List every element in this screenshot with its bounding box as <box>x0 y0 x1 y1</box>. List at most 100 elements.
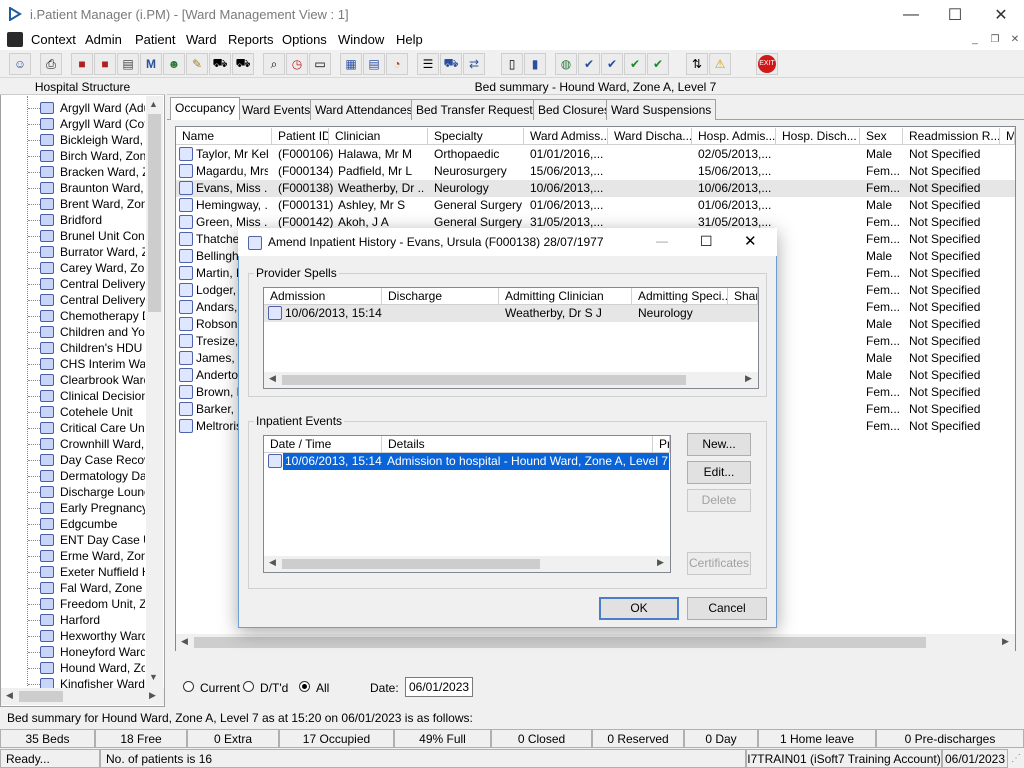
bed-icon[interactable]: ⛟ <box>440 53 462 75</box>
maximize-button[interactable]: ☐ <box>932 0 978 30</box>
ward-item[interactable]: Cotehele Unit <box>40 404 145 420</box>
tab-bed-closures[interactable]: Bed Closures <box>533 99 616 120</box>
mdi-minimize-button[interactable]: _ <box>968 34 982 46</box>
ward-item[interactable]: Crownhill Ward, Z <box>40 436 145 452</box>
ward-item[interactable]: Argyll Ward (Cots <box>40 116 145 132</box>
green-check2-icon[interactable]: ✔ <box>647 53 669 75</box>
ward-item[interactable]: Critical Care Unit <box>40 420 145 436</box>
edit-event-button[interactable]: Edit... <box>687 461 751 484</box>
ward-item[interactable]: Hound Ward, Zo <box>40 660 145 676</box>
spells-hscrollbar[interactable]: ◀ ▶ <box>264 372 758 388</box>
menu-context[interactable]: Context <box>31 32 76 47</box>
spell-col-specialty[interactable]: Admitting Speci... <box>632 288 728 305</box>
scroll-down-icon[interactable]: ▼ <box>149 672 158 682</box>
ward-list-scroll-thumb[interactable] <box>148 114 161 312</box>
ward-item[interactable]: Honeyford Ward, <box>40 644 145 660</box>
ward-item[interactable]: CHS Interim Ward <box>40 356 145 372</box>
col-name[interactable]: Name <box>176 128 272 145</box>
ward-item[interactable]: Clinical Decision <box>40 388 145 404</box>
ok-button[interactable]: OK <box>599 597 679 620</box>
col-clinician[interactable]: Clinician <box>329 128 428 145</box>
ward-item[interactable]: Dermatology Day <box>40 468 145 484</box>
scroll-up-icon[interactable]: ▲ <box>149 99 158 109</box>
ward-item[interactable]: ENT Day Case U <box>40 532 145 548</box>
ward-item[interactable]: Central Delivery S <box>40 276 145 292</box>
chart-icon[interactable]: ▦ <box>340 53 362 75</box>
ward-item[interactable]: Birch Ward, Zone <box>40 148 145 164</box>
ward-item[interactable]: Freedom Unit, Zo <box>40 596 145 612</box>
ward-list-vscrollbar[interactable]: ▲ ▼ <box>146 96 163 688</box>
ward-item[interactable]: Braunton Ward, Z <box>40 180 145 196</box>
date-input[interactable]: 06/01/2023 <box>405 677 473 697</box>
folder-icon[interactable]: ▤ <box>117 53 139 75</box>
patient-icon[interactable]: ☺ <box>9 53 31 75</box>
clock-icon[interactable]: ◷ <box>286 53 308 75</box>
event-col-pr[interactable]: Pr <box>653 436 670 453</box>
grid-hscrollbar[interactable]: ◀ ▶ <box>176 634 1015 651</box>
spells-hscroll-thumb[interactable] <box>282 375 686 385</box>
radio-dtd[interactable] <box>243 681 254 692</box>
event-col-details[interactable]: Details <box>382 436 653 453</box>
cancel-button[interactable]: Cancel <box>687 597 767 620</box>
menu-admin[interactable]: Admin <box>85 32 122 47</box>
spell-col-admission[interactable]: Admission <box>264 288 382 305</box>
ward-item[interactable]: Brent Ward, Zone <box>40 196 145 212</box>
radio-current[interactable] <box>183 681 194 692</box>
ward-item[interactable]: Carey Ward, Zon <box>40 260 145 276</box>
green-check-icon[interactable]: ✔ <box>624 53 646 75</box>
col-hosp-discharge[interactable]: Hosp. Disch... <box>776 128 860 145</box>
check-icon[interactable]: ✔ <box>578 53 600 75</box>
resize-grip-icon[interactable]: ⋰ <box>1008 749 1024 768</box>
events-hscroll-thumb[interactable] <box>282 559 540 569</box>
ward-item[interactable]: Clearbrook Ward <box>40 372 145 388</box>
col-hosp-admission[interactable]: Hosp. Admis... <box>692 128 776 145</box>
menu-window[interactable]: Window <box>338 32 384 47</box>
warning-icon[interactable]: ⚠ <box>709 53 731 75</box>
event-col-datetime[interactable]: Date / Time <box>264 436 382 453</box>
col-patient-id[interactable]: Patient ID <box>272 128 329 145</box>
ward-list-hscroll-thumb[interactable] <box>19 691 63 702</box>
spell-col-clinician[interactable]: Admitting Clinician <box>499 288 632 305</box>
col-readmission[interactable]: Readmission R... <box>903 128 1000 145</box>
person-icon[interactable]: ☻ <box>163 53 185 75</box>
spell-col-shared[interactable]: Shar <box>728 288 758 305</box>
document-icon[interactable]: ▤ <box>363 53 385 75</box>
spell-col-discharge[interactable]: Discharge <box>382 288 499 305</box>
events-scroll-left-icon[interactable]: ◀ <box>269 557 276 568</box>
gauge-icon[interactable]: ◔ <box>386 53 408 75</box>
ward-list-hscrollbar[interactable]: ◀ ▶ <box>1 688 164 705</box>
menu-ward[interactable]: Ward <box>186 32 217 47</box>
col-ward-discharge[interactable]: Ward Discha... <box>608 128 692 145</box>
ward-item[interactable]: Children's HDU ( <box>40 340 145 356</box>
bar-chart-icon[interactable]: ▮ <box>524 53 546 75</box>
grid-scroll-left-icon[interactable]: ◀ <box>181 636 188 647</box>
book-icon[interactable]: ■ <box>71 53 93 75</box>
ward-item[interactable]: Fal Ward, Zone E <box>40 580 145 596</box>
ambulance2-icon[interactable]: ⛟ <box>232 53 254 75</box>
menu-options[interactable]: Options <box>282 32 327 47</box>
ward-item[interactable]: Harford <box>40 612 145 628</box>
ward-item[interactable]: Central Delivery S <box>40 292 145 308</box>
check2-icon[interactable]: ✔ <box>601 53 623 75</box>
grid-hscroll-thumb[interactable] <box>194 637 926 648</box>
ward-item[interactable]: Bridford <box>40 212 145 228</box>
close-button[interactable]: ✕ <box>978 0 1024 30</box>
events-scroll-right-icon[interactable]: ▶ <box>657 557 664 568</box>
ward-item[interactable]: Bickleigh Ward, Z <box>40 132 145 148</box>
ward-item[interactable]: Exeter Nuffield H <box>40 564 145 580</box>
list-icon[interactable]: ☰ <box>417 53 439 75</box>
search-icon[interactable]: ⌕ <box>263 53 285 75</box>
globe-icon[interactable]: ◍ <box>555 53 577 75</box>
delete-event-button[interactable]: Delete <box>687 489 751 512</box>
tab-ward-events[interactable]: Ward Events <box>237 99 316 120</box>
m-icon[interactable]: M <box>140 53 162 75</box>
exit-icon[interactable]: EXIT <box>756 53 778 75</box>
minimize-button[interactable]: — <box>888 0 934 30</box>
ward-item[interactable]: Children and You <box>40 324 145 340</box>
tab-bed-transfer-requests[interactable]: Bed Transfer Requests <box>411 99 544 120</box>
col-m[interactable]: M <box>1000 128 1015 145</box>
dialog-minimize-button[interactable]: — <box>656 234 668 248</box>
col-ward-admission[interactable]: Ward Admiss... <box>524 128 608 145</box>
tab-ward-attendances[interactable]: Ward Attendances <box>310 99 418 120</box>
ambulance-icon[interactable]: ⛟ <box>209 53 231 75</box>
